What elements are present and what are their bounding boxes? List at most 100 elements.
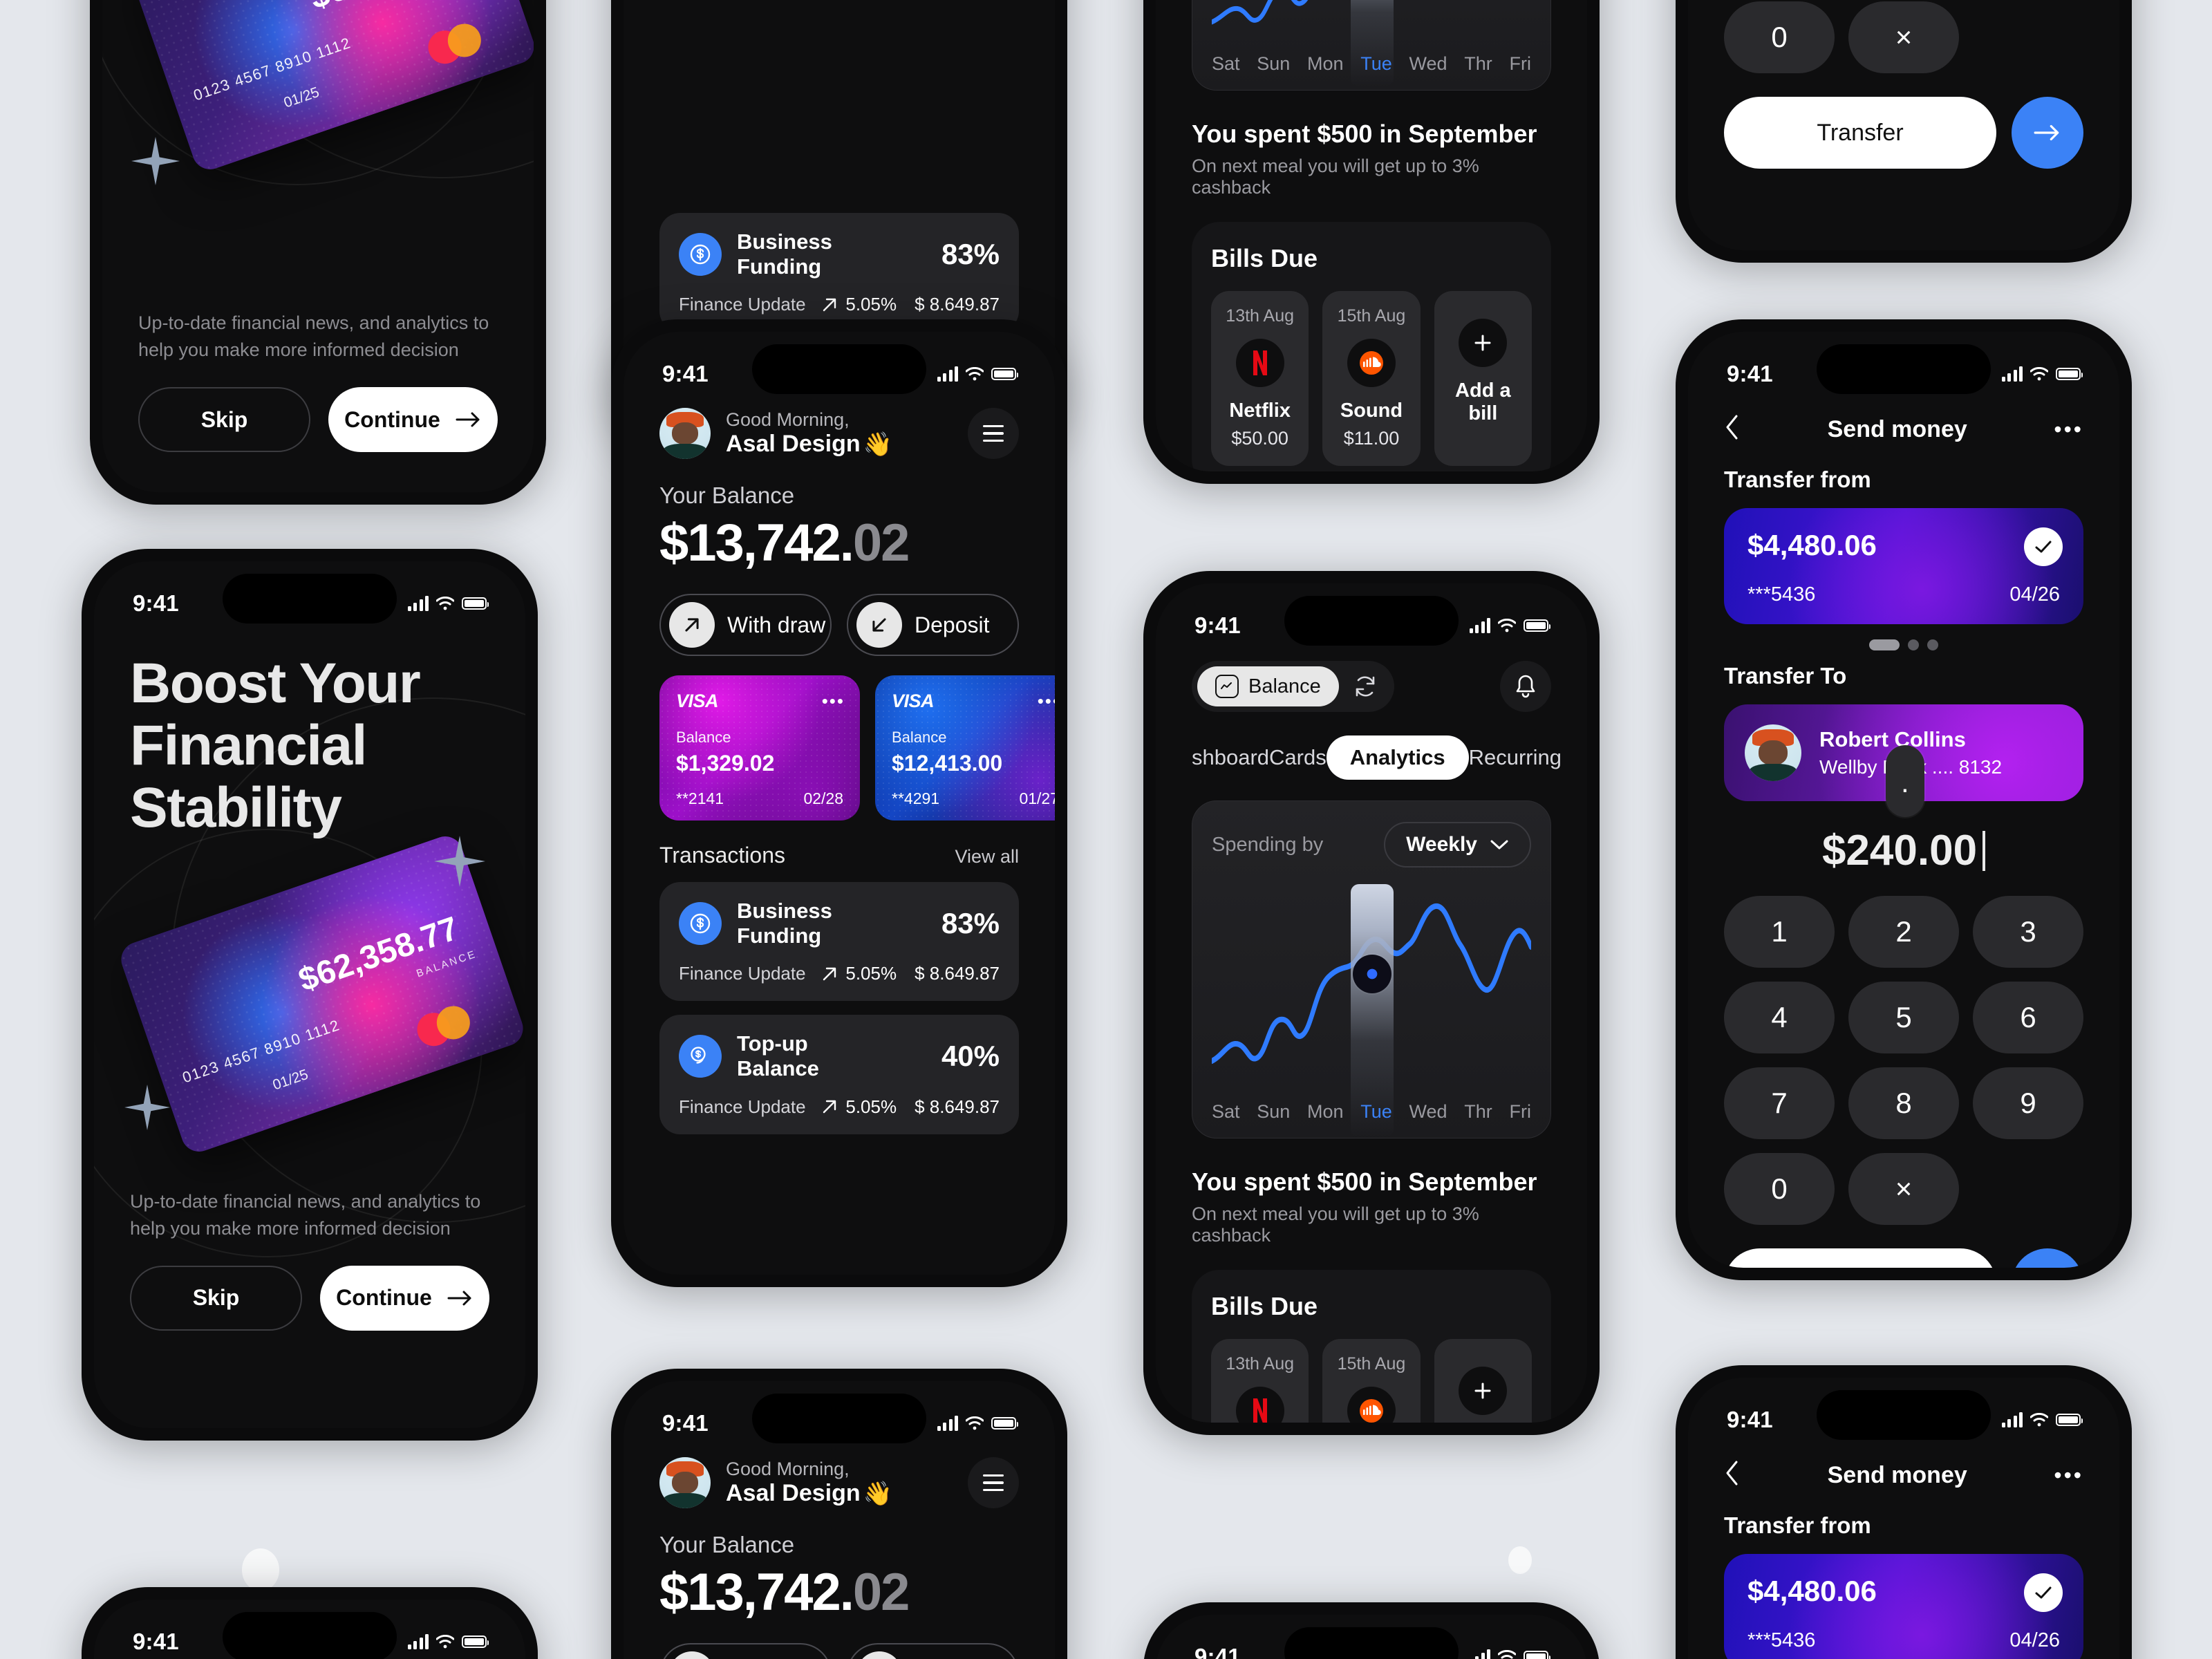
skip-button[interactable]: Skip: [138, 387, 310, 453]
add-bill-button[interactable]: Add a bill: [1434, 1339, 1532, 1423]
chart-highlight-bar: [1351, 884, 1394, 1137]
keypad-key-0[interactable]: 0: [1724, 1, 1835, 73]
numeric-keypad[interactable]: 1 2 3 4 5 6 7 8 9 . 0 ×: [1724, 744, 2083, 1225]
carousel-dots[interactable]: [1724, 639, 2083, 650]
continue-button[interactable]: Continue: [320, 1265, 489, 1331]
avatar[interactable]: [659, 1457, 711, 1508]
status-time: 9:41: [133, 1629, 179, 1654]
decorative-oval: [242, 1548, 279, 1591]
skip-button[interactable]: Skip: [130, 1265, 302, 1331]
card-balance-label: Balance: [892, 729, 947, 746]
tab-recurring[interactable]: Recurring: [1469, 745, 1562, 770]
deposit-button[interactable]: Deposit: [847, 594, 1019, 656]
keypad-key-8[interactable]: 8: [1848, 1067, 1959, 1139]
bill-item[interactable]: 15th Aug Sound $11.00: [1322, 291, 1421, 466]
continue-label: Continue: [336, 1285, 432, 1311]
keypad-key-1[interactable]: 1: [1724, 896, 1835, 968]
chart-tick-fri: Fri: [1509, 1101, 1531, 1122]
keypad-key-6[interactable]: 6: [1973, 982, 2083, 1053]
spent-subtext: On next meal you will get up to 3% cashb…: [1192, 1203, 1479, 1246]
more-dots-icon[interactable]: •••: [1038, 691, 1055, 712]
transactions-title: Transactions: [659, 843, 785, 868]
navigation-bar: Send money •••: [1724, 398, 2083, 446]
keypad-key-4[interactable]: 4: [1724, 982, 1835, 1053]
battery-icon: [462, 597, 489, 610]
more-dots-icon[interactable]: •••: [2054, 417, 2083, 442]
transaction-row[interactable]: Top-up Balance 40% Finance Update 5.05%: [659, 1015, 1019, 1134]
deposit-button[interactable]: Deposit: [847, 1643, 1019, 1659]
dynamic-island: [223, 1612, 397, 1659]
transfer-from-card[interactable]: $4,480.06 ***5436 04/26: [1724, 508, 2083, 624]
cellular-bars-icon: [1469, 618, 1490, 633]
payment-card[interactable]: VISA ••• Balance $12,413.00 **4291 01/27: [875, 675, 1055, 821]
tab-dashboard[interactable]: shboard: [1192, 745, 1269, 770]
mastercard-icon: [412, 1001, 475, 1051]
keypad-key-2[interactable]: 2: [1848, 896, 1959, 968]
bill-item[interactable]: 13th Aug Netflix $50.00: [1211, 1339, 1309, 1423]
withdraw-button[interactable]: With draw: [659, 594, 832, 656]
transfer-submit-button[interactable]: [2012, 1248, 2083, 1268]
keypad-key-dot[interactable]: .: [1885, 744, 1924, 817]
transfer-button[interactable]: Transfer: [1724, 1248, 1996, 1268]
keypad-key-delete[interactable]: ×: [1848, 1, 1959, 73]
keypad-key-5[interactable]: 5: [1848, 982, 1959, 1053]
transaction-change: 5.05%: [845, 294, 897, 315]
bill-date: 13th Aug: [1226, 306, 1295, 326]
tab-cards[interactable]: Cards: [1269, 745, 1327, 770]
payment-card[interactable]: VISA ••• Balance $1,329.02 **2141 02/28: [659, 675, 860, 821]
arrow-right-icon: [2034, 124, 2059, 141]
check-icon: [2024, 1573, 2063, 1612]
hamburger-icon[interactable]: [968, 408, 1019, 459]
card-amount: $1,329.02: [676, 751, 775, 776]
cellular-bars-icon: [2001, 1412, 2023, 1427]
period-selector[interactable]: Weekly: [1384, 822, 1531, 868]
more-dots-icon[interactable]: •••: [822, 691, 845, 712]
trend-up-icon: [823, 1100, 836, 1114]
keypad-key-0[interactable]: 0: [1724, 1153, 1835, 1225]
keypad-key-3[interactable]: 3: [1973, 896, 2083, 968]
balance-toggle[interactable]: Balance: [1192, 661, 1394, 712]
transfer-button[interactable]: Transfer: [1724, 97, 1996, 169]
transaction-row[interactable]: Business Funding 83% Finance Update 5.05…: [659, 213, 1019, 332]
tab-bar[interactable]: shboard Cards Analytics Recurring: [1192, 735, 1562, 780]
chevron-left-icon[interactable]: [1724, 413, 1741, 446]
keypad-key-7[interactable]: 7: [1724, 1067, 1835, 1139]
spending-chart-card: Spending by Weekly Sat Sun Mon Tue Wed T…: [1192, 800, 1551, 1138]
withdraw-button[interactable]: With draw: [659, 1643, 832, 1659]
transfer-submit-button[interactable]: [2012, 97, 2083, 169]
hamburger-icon[interactable]: [968, 1457, 1019, 1508]
skip-label: Skip: [200, 406, 248, 432]
continue-button[interactable]: Continue: [328, 387, 498, 453]
chevron-left-icon[interactable]: [1724, 1459, 1741, 1492]
card-balance-label: Balance: [676, 729, 731, 746]
view-all-link[interactable]: View all: [955, 846, 1019, 868]
chart-active-point[interactable]: [1353, 955, 1392, 994]
bell-icon[interactable]: [1500, 661, 1551, 712]
sparkle-icon: [124, 1084, 170, 1130]
bill-item[interactable]: 15th Aug Sound $11.00: [1322, 1339, 1421, 1423]
more-dots-icon[interactable]: •••: [2054, 1463, 2083, 1488]
bill-item[interactable]: 13th Aug Netflix $50.00: [1211, 291, 1309, 466]
keypad-key-9[interactable]: 9: [1973, 1067, 2083, 1139]
keypad-key-delete[interactable]: ×: [1848, 1153, 1959, 1225]
transaction-name-line2: Funding: [737, 254, 822, 279]
chart-tick-wed: Wed: [1409, 1101, 1447, 1122]
transaction-row[interactable]: Business Funding 83% Finance Update 5.05…: [659, 882, 1019, 1002]
transaction-change: 5.05%: [845, 1096, 897, 1117]
avatar[interactable]: [659, 408, 711, 459]
status-time: 9:41: [1727, 1407, 1773, 1432]
netflix-icon: [1235, 339, 1284, 387]
transfer-from-card[interactable]: $4,480.06 ***5436 04/26: [1724, 1554, 2083, 1659]
wifi-icon: [2030, 1413, 2048, 1427]
phone-onboarding-top: 0123 4567 8910 1112 01/25 $62,358.77 BAL…: [90, 0, 546, 505]
trend-up-icon: [823, 967, 836, 980]
bill-date: 15th Aug: [1337, 1354, 1406, 1374]
refresh-icon[interactable]: [1351, 673, 1379, 700]
balance-pill-active[interactable]: Balance: [1197, 666, 1339, 706]
navigation-bar: Send money •••: [1724, 1444, 2083, 1492]
chart-tick-tue: Tue: [1360, 1101, 1392, 1122]
wave-emoji-icon: 👋: [863, 431, 892, 458]
amount-input[interactable]: $240.00: [1724, 826, 2083, 875]
add-bill-button[interactable]: Add a bill: [1434, 291, 1532, 466]
tab-analytics[interactable]: Analytics: [1326, 735, 1469, 780]
